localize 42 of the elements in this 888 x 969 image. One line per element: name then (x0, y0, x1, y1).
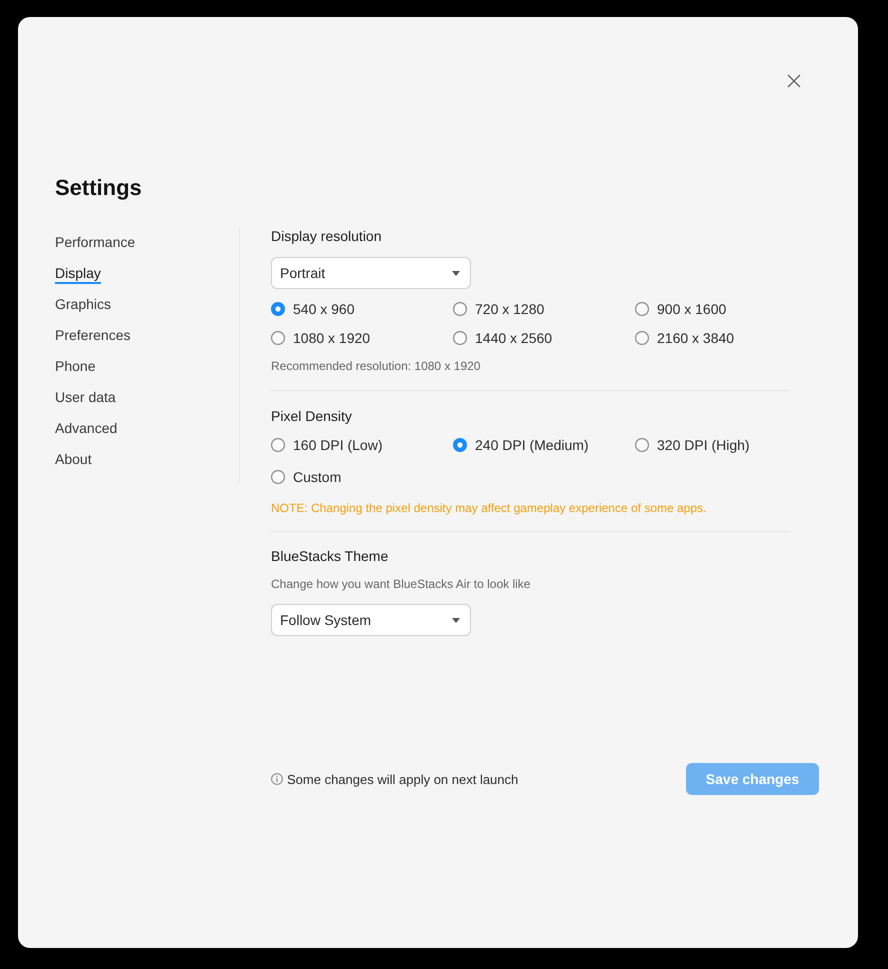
radio-option[interactable]: 1440 x 2560 (453, 327, 552, 349)
radio-option[interactable]: 320 DPI (High) (635, 434, 750, 456)
sidebar-item[interactable]: Preferences (55, 326, 130, 346)
info-text: Some changes will apply on next launch (287, 772, 518, 786)
radio-icon[interactable] (271, 331, 285, 345)
caret-icon (452, 270, 460, 276)
radio-option[interactable]: 540 x 960 (271, 298, 354, 320)
radio-option[interactable]: 900 x 1600 (635, 298, 726, 320)
close-icon[interactable] (787, 74, 801, 88)
radio-icon[interactable] (271, 470, 285, 484)
warning-note: NOTE: Changing the pixel density may affect gameplay experience of some apps. (271, 500, 706, 516)
sidebar-item[interactable]: Phone (55, 357, 96, 377)
radio-icon[interactable] (635, 331, 649, 345)
radio-icon[interactable] (271, 438, 285, 452)
radio-option[interactable]: 2160 x 3840 (635, 327, 734, 349)
radio-icon[interactable] (453, 331, 467, 345)
sidebar-item[interactable]: Graphics (55, 295, 112, 315)
radio-option[interactable]: 720 x 1280 (453, 298, 544, 320)
sidebar-item[interactable]: Advanced (55, 419, 118, 439)
info-icon (271, 773, 283, 785)
radio-icon[interactable] (453, 438, 467, 452)
section-description: Change how you want BlueStacks Air to look like (271, 576, 530, 592)
sidebar-item[interactable]: User data (55, 388, 116, 408)
dropdown[interactable]: Follow System (271, 604, 471, 636)
radio-icon[interactable] (453, 302, 467, 316)
radio-icon[interactable] (635, 438, 649, 452)
sidebar-item[interactable]: Display (55, 264, 101, 284)
settings-title: Settings (55, 174, 142, 202)
caret-icon (452, 618, 460, 622)
radio-option[interactable]: 1080 x 1920 (271, 327, 370, 349)
section-heading: Pixel Density (271, 407, 352, 425)
section-heading: BlueStacks Theme (271, 547, 388, 565)
radio-icon[interactable] (635, 302, 649, 316)
radio-option[interactable]: Custom (271, 466, 342, 488)
radio-icon[interactable] (271, 302, 285, 316)
dropdown[interactable]: Portrait (271, 257, 471, 289)
recommended-resolution-text: Recommended resolution: 1080 x 1920 (271, 358, 480, 374)
sidebar-item[interactable]: Performance (55, 233, 136, 253)
radio-option[interactable]: 240 DPI (Medium) (453, 434, 589, 456)
section-heading: Display resolution (271, 227, 382, 245)
sidebar-item[interactable]: About (55, 450, 92, 470)
radio-option[interactable]: 160 DPI (Low) (271, 434, 382, 456)
